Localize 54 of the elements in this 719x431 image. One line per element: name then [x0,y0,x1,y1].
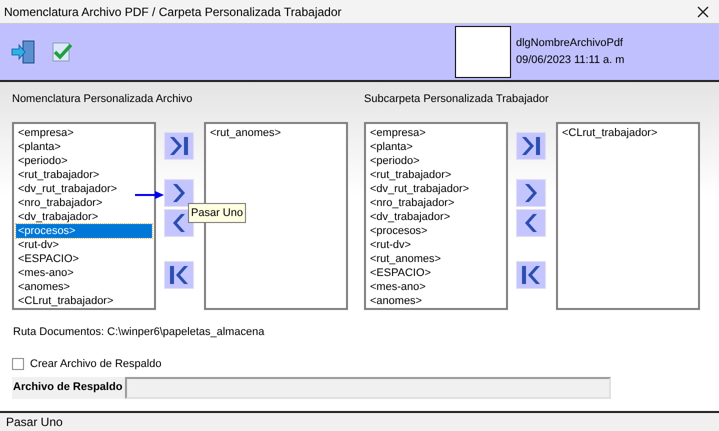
list-item[interactable]: <empresa> [368,126,504,140]
list-item[interactable]: <dv_rut_trabajador> [368,182,504,196]
list-item[interactable]: <rut_anomes> [368,252,504,266]
close-icon[interactable] [697,6,709,18]
list-item[interactable]: <mes-ano> [16,266,152,280]
list-item[interactable]: <planta> [368,140,504,154]
list-item[interactable]: <dv_rut_trabajador> [16,182,152,196]
form-name: dlgNombreArchivoPdf [516,36,624,51]
list-item[interactable]: <ESPACIO> [16,252,152,266]
list-item[interactable]: <nro_trabajador> [16,196,152,210]
check-document-icon[interactable] [51,41,73,63]
list-item[interactable]: <anomes> [368,294,504,308]
list-box[interactable]: <CLrut_trabajador> [556,122,700,310]
list-item[interactable]: <nro_trabajador> [368,196,504,210]
move-all-left-button[interactable] [516,261,546,289]
status-text: Pasar Uno [6,414,63,431]
checkbox[interactable] [12,358,24,370]
list-item[interactable]: <dv_trabajador> [368,210,504,224]
chevron-left-button[interactable] [516,209,546,237]
list-item[interactable]: <periodo> [16,154,152,168]
group-heading: Subcarpeta Personalizada Trabajador [364,92,550,106]
group-heading: Nomenclatura Personalizada Archivo [12,92,194,106]
tooltip: Pasar Uno [188,203,246,223]
field-label: Archivo de Respaldo [12,380,124,395]
move-all-left-button[interactable] [164,261,194,289]
arrow-icon [135,190,165,200]
chevron-right-button[interactable] [516,179,546,207]
list-item[interactable]: <rut-dv> [368,238,504,252]
list-item[interactable]: <mes-ano> [368,280,504,294]
documents-path: Ruta Documentos: C:\winper6\papeletas_almacena [13,325,266,340]
list-item[interactable]: <rut_trabajador> [368,168,504,182]
move-all-right-button[interactable] [164,132,194,160]
list-item[interactable]: <empresa> [16,126,152,140]
list-item[interactable]: <CLrut_trabajador> [560,126,696,140]
list-box[interactable]: <empresa> <planta> <periodo> <rut_trabajador> <dv_rut_trabajador> <nro_trabajador> <dv_trabajador> <procesos> <rut-dv> <ESPACIO> <mes-ano> <anomes> <CLrut_trabajador> [12,122,156,310]
list-item[interactable]: <rut_trabajador> [16,168,152,182]
move-all-right-button[interactable] [516,132,546,160]
checkbox-label: Crear Archivo de Respaldo [30,356,162,372]
list-item[interactable]: <periodo> [368,154,504,168]
timestamp: 09/06/2023 11:11 a. m [516,53,626,68]
list-item[interactable]: <rut-dv> [16,238,152,252]
list-item[interactable]: <procesos> [16,224,152,238]
list-item[interactable]: <ESPACIO> [368,266,504,280]
list-item[interactable]: <dv_trabajador> [16,210,152,224]
list-item[interactable]: <planta> [16,140,152,154]
list-item[interactable]: <CLrut_trabajador> [16,294,152,308]
list-item[interactable]: <procesos> [368,224,504,238]
list-box[interactable]: <empresa> <planta> <periodo> <rut_trabajador> <dv_rut_trabajador> <nro_trabajador> <dv_trabajador> <procesos> <rut-dv> <rut_anomes> <ESPACIO> <mes-ano> <anomes> [364,122,508,310]
list-item[interactable]: <rut_anomes> [208,126,344,140]
chevron-right-button[interactable] [164,179,194,207]
exit-door-icon[interactable] [11,39,37,65]
list-item[interactable]: <anomes> [16,280,152,294]
image-placeholder [455,26,511,78]
window-title: Nomenclatura Archivo PDF / Carpeta Personalizada Trabajador [4,4,342,20]
